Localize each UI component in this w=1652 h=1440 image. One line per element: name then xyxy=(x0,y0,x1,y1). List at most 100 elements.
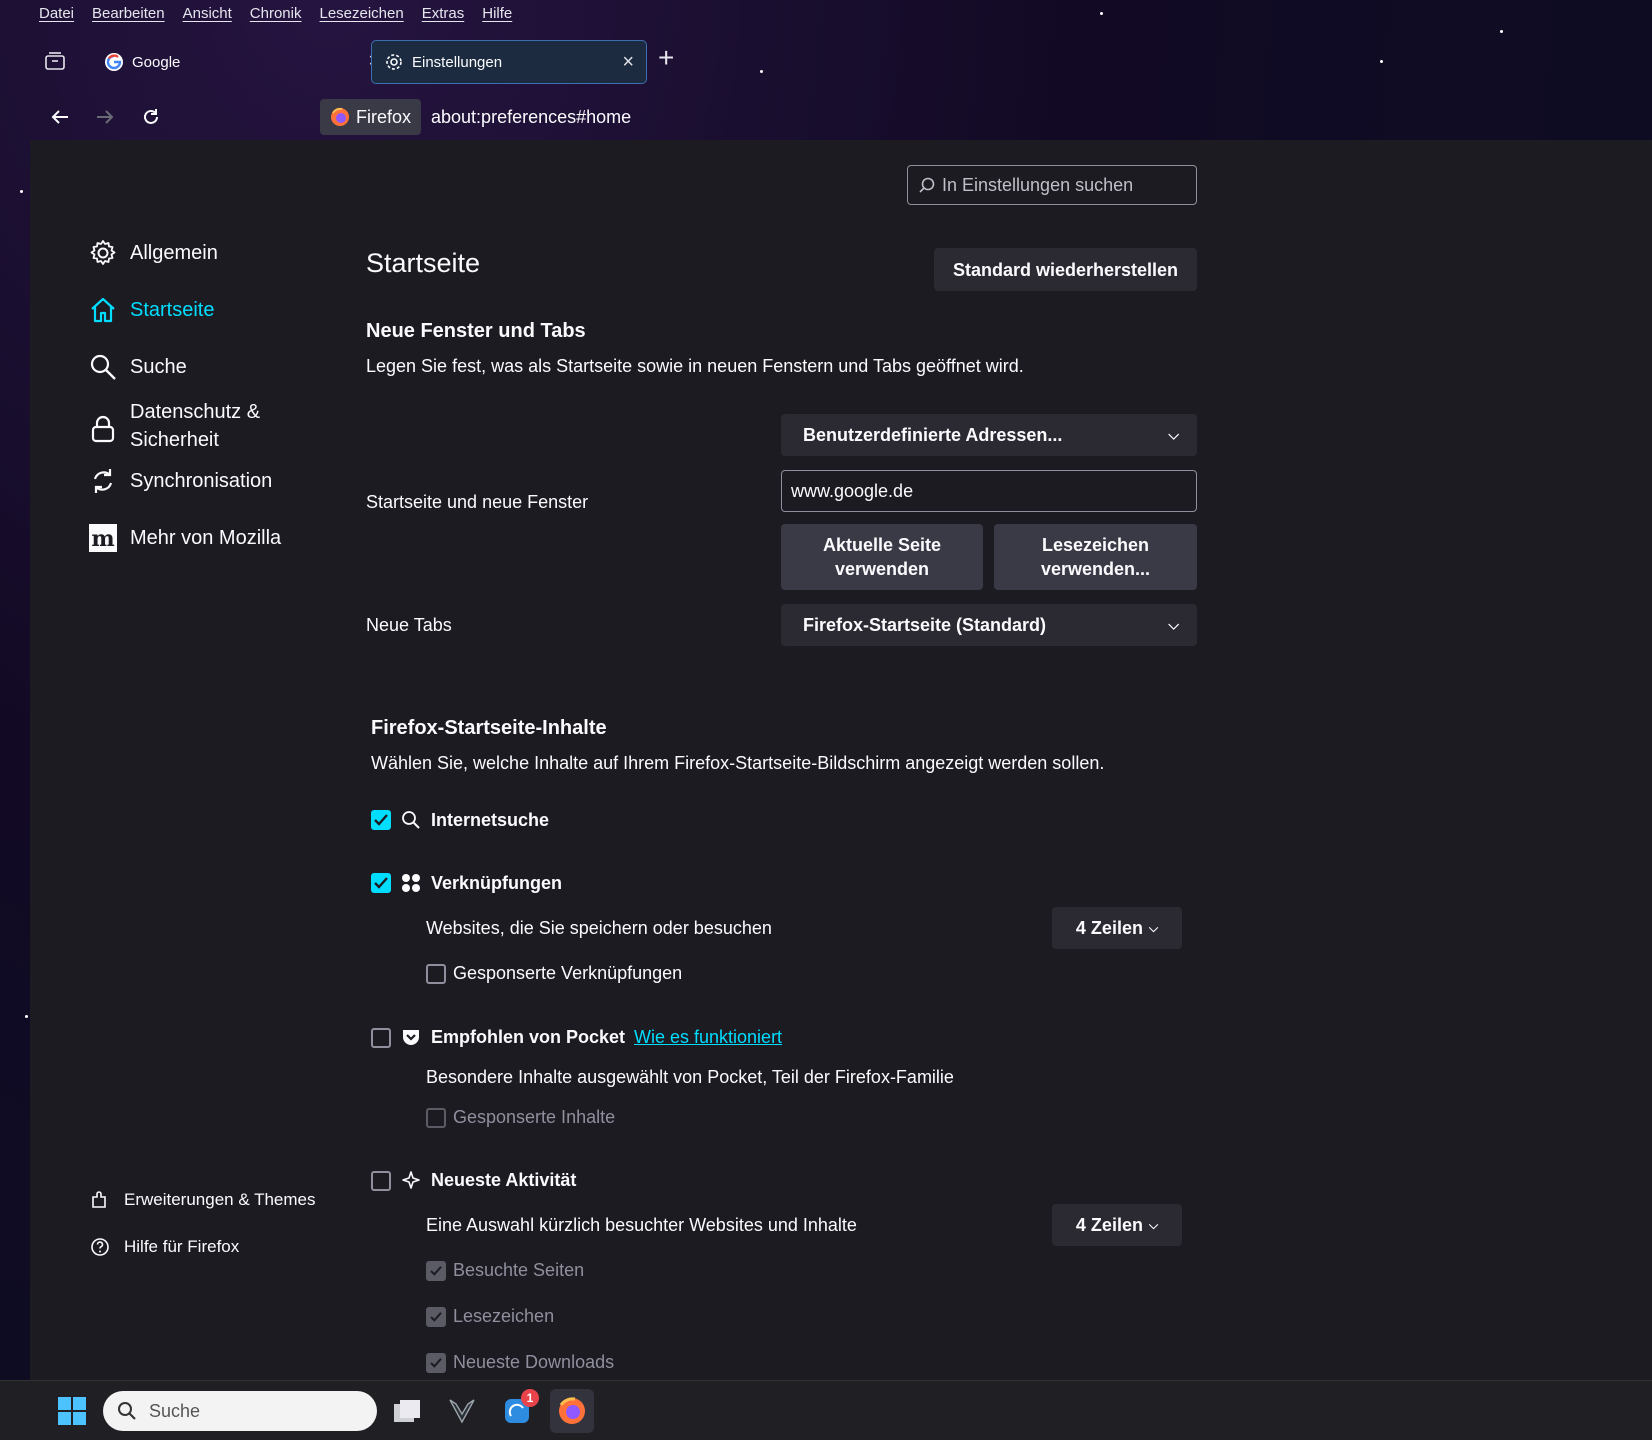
new-tab-button[interactable]: + xyxy=(658,44,674,72)
downloads-checkbox[interactable] xyxy=(426,1353,446,1373)
footer-link-label: Hilfe für Firefox xyxy=(124,1237,240,1256)
tab-manager-icon[interactable] xyxy=(42,48,68,74)
sidebar-item-startseite[interactable]: Startseite xyxy=(88,295,214,325)
new-tabs-label: Neue Tabs xyxy=(366,615,452,635)
gear-icon xyxy=(386,54,402,70)
extensions-themes-link[interactable]: Erweiterungen & Themes xyxy=(90,1190,316,1210)
identity-box[interactable]: Firefox xyxy=(320,99,422,135)
section-heading-new-windows: Neue Fenster und Tabs xyxy=(366,320,586,342)
back-arrow-icon xyxy=(51,110,68,124)
sidebar-item-synchronisation[interactable]: Synchronisation xyxy=(88,466,272,496)
visited-pages-checkbox[interactable] xyxy=(426,1261,446,1281)
identity-label: Firefox xyxy=(356,106,412,127)
close-icon[interactable]: × xyxy=(622,51,634,74)
gear-icon xyxy=(90,240,116,265)
use-current-page-button[interactable]: Aktuelle Seite verwenden xyxy=(781,524,983,590)
tab-einstellungen[interactable]: Einstellungen × xyxy=(371,40,647,84)
sidebar-item-label: Startseite xyxy=(130,298,215,321)
shortcuts-description: Websites, die Sie speichern oder besuche… xyxy=(426,918,772,938)
shortcuts-label: Verknüpfungen xyxy=(431,873,563,893)
shortcuts-checkbox[interactable] xyxy=(371,873,391,893)
section-heading-home-content: Firefox-Startseite-Inhalte xyxy=(371,717,607,739)
mozilla-icon: m xyxy=(89,524,117,552)
sidebar-item-mozilla[interactable]: m Mehr von Mozilla xyxy=(88,523,281,553)
websearch-checkbox[interactable] xyxy=(371,810,391,830)
url-bar[interactable]: Firefox about:preferences#home xyxy=(320,98,1652,136)
sidebar-item-label: Datenschutz & Sicherheit xyxy=(130,398,260,454)
app-button[interactable]: 1 xyxy=(495,1389,539,1433)
predator-icon xyxy=(449,1399,475,1424)
windows-icon xyxy=(58,1397,86,1425)
use-bookmark-button[interactable]: Lesezeichen verwenden... xyxy=(994,524,1197,590)
tab-google[interactable]: Google × xyxy=(92,40,392,84)
search-icon xyxy=(90,354,116,380)
downloads-label: Neueste Downloads xyxy=(453,1352,615,1372)
search-icon xyxy=(919,177,935,193)
menu-extras[interactable]: Extras xyxy=(422,5,465,22)
taskbar: Suche 1 xyxy=(0,1380,1652,1440)
menu-bearbeiten[interactable]: Bearbeiten xyxy=(92,5,165,22)
search-placeholder: In Einstellungen suchen xyxy=(942,174,1134,195)
menu-datei[interactable]: Datei xyxy=(39,5,74,22)
predator-app-button[interactable] xyxy=(440,1389,484,1433)
select-value: Firefox-Startseite (Standard) xyxy=(803,614,1047,635)
restore-defaults-button[interactable]: Standard wiederherstellen xyxy=(934,248,1197,291)
label-line1: Aktuelle Seite xyxy=(822,535,942,555)
label-line2: verwenden... xyxy=(1040,559,1151,579)
check-icon xyxy=(430,1266,442,1276)
back-button[interactable] xyxy=(45,102,75,132)
settings-search-input[interactable]: In Einstellungen suchen xyxy=(907,165,1197,205)
shortcuts-rows-select[interactable]: 4 Zeilen ⌵ xyxy=(1052,907,1182,949)
sidebar-item-suche[interactable]: Suche xyxy=(88,352,187,382)
button-label: Lesezeichen verwenden... xyxy=(1041,533,1150,581)
sidebar-item-label: Allgemein xyxy=(130,241,218,264)
page-title: Startseite xyxy=(366,248,481,278)
pocket-checkbox[interactable] xyxy=(371,1028,391,1048)
sponsored-stories-checkbox[interactable] xyxy=(426,1108,446,1128)
homepage-url-value: www.google.de xyxy=(791,480,914,501)
menu-ansicht[interactable]: Ansicht xyxy=(183,5,232,22)
url-text[interactable]: about:preferences#home xyxy=(431,107,631,128)
puzzle-icon xyxy=(92,1191,106,1208)
sponsored-shortcuts-checkbox[interactable] xyxy=(426,964,446,984)
menu-chronik[interactable]: Chronik xyxy=(250,5,302,22)
tab-label: Einstellungen xyxy=(412,53,503,71)
label-line1: Datenschutz & xyxy=(130,401,261,423)
bookmarks-label: Lesezeichen xyxy=(453,1306,555,1326)
reload-icon xyxy=(144,109,158,124)
firefox-taskbar-button[interactable] xyxy=(550,1389,594,1433)
check-icon xyxy=(374,814,388,826)
highlights-description: Eine Auswahl kürzlich besuchter Websites… xyxy=(426,1215,857,1235)
highlights-checkbox[interactable] xyxy=(371,1171,391,1191)
reload-button[interactable] xyxy=(136,102,166,132)
menu-lesezeichen[interactable]: Lesezeichen xyxy=(319,5,403,22)
check-icon xyxy=(430,1312,442,1322)
tab-strip: Google × Einstellungen × + xyxy=(30,36,1652,86)
bookmarks-checkbox[interactable] xyxy=(426,1307,446,1327)
menu-hilfe[interactable]: Hilfe xyxy=(482,5,512,22)
forward-button[interactable] xyxy=(90,102,120,132)
sidebar-item-datenschutz[interactable]: Datenschutz & Sicherheit xyxy=(88,398,260,454)
select-value: Benutzerdefinierte Adressen... xyxy=(803,424,1063,445)
sponsored-shortcuts-label: Gesponserte Verknüpfungen xyxy=(453,963,683,983)
help-icon xyxy=(91,1238,109,1256)
google-icon xyxy=(105,53,123,71)
sidebar-item-allgemein[interactable]: Allgemein xyxy=(88,238,218,268)
task-view-button[interactable] xyxy=(385,1389,429,1433)
highlights-rows-select[interactable]: 4 Zeilen ⌵ xyxy=(1052,1204,1182,1246)
taskbar-search[interactable]: Suche xyxy=(103,1391,377,1431)
svg-text:m: m xyxy=(91,526,114,552)
task-view-icon xyxy=(394,1400,420,1422)
new-tabs-select[interactable]: Firefox-Startseite (Standard) ⌵ xyxy=(781,604,1197,646)
homepage-mode-select[interactable]: Benutzerdefinierte Adressen... ⌵ xyxy=(781,414,1197,456)
pocket-how-it-works-link[interactable]: Wie es funktioniert xyxy=(634,1027,782,1048)
start-button[interactable] xyxy=(50,1389,94,1433)
search-icon xyxy=(118,1402,136,1420)
help-link[interactable]: Hilfe für Firefox xyxy=(90,1237,239,1257)
homepage-label: Startseite und neue Fenster xyxy=(366,492,589,512)
homepage-url-field[interactable]: www.google.de xyxy=(781,470,1197,512)
pocket-description: Besondere Inhalte ausgewählt von Pocket,… xyxy=(426,1067,954,1087)
websearch-label: Internetsuche xyxy=(431,810,550,830)
preferences-page: In Einstellungen suchen Allgemein Starts… xyxy=(30,140,1652,1380)
sponsored-stories-label: Gesponserte Inhalte xyxy=(453,1107,616,1127)
